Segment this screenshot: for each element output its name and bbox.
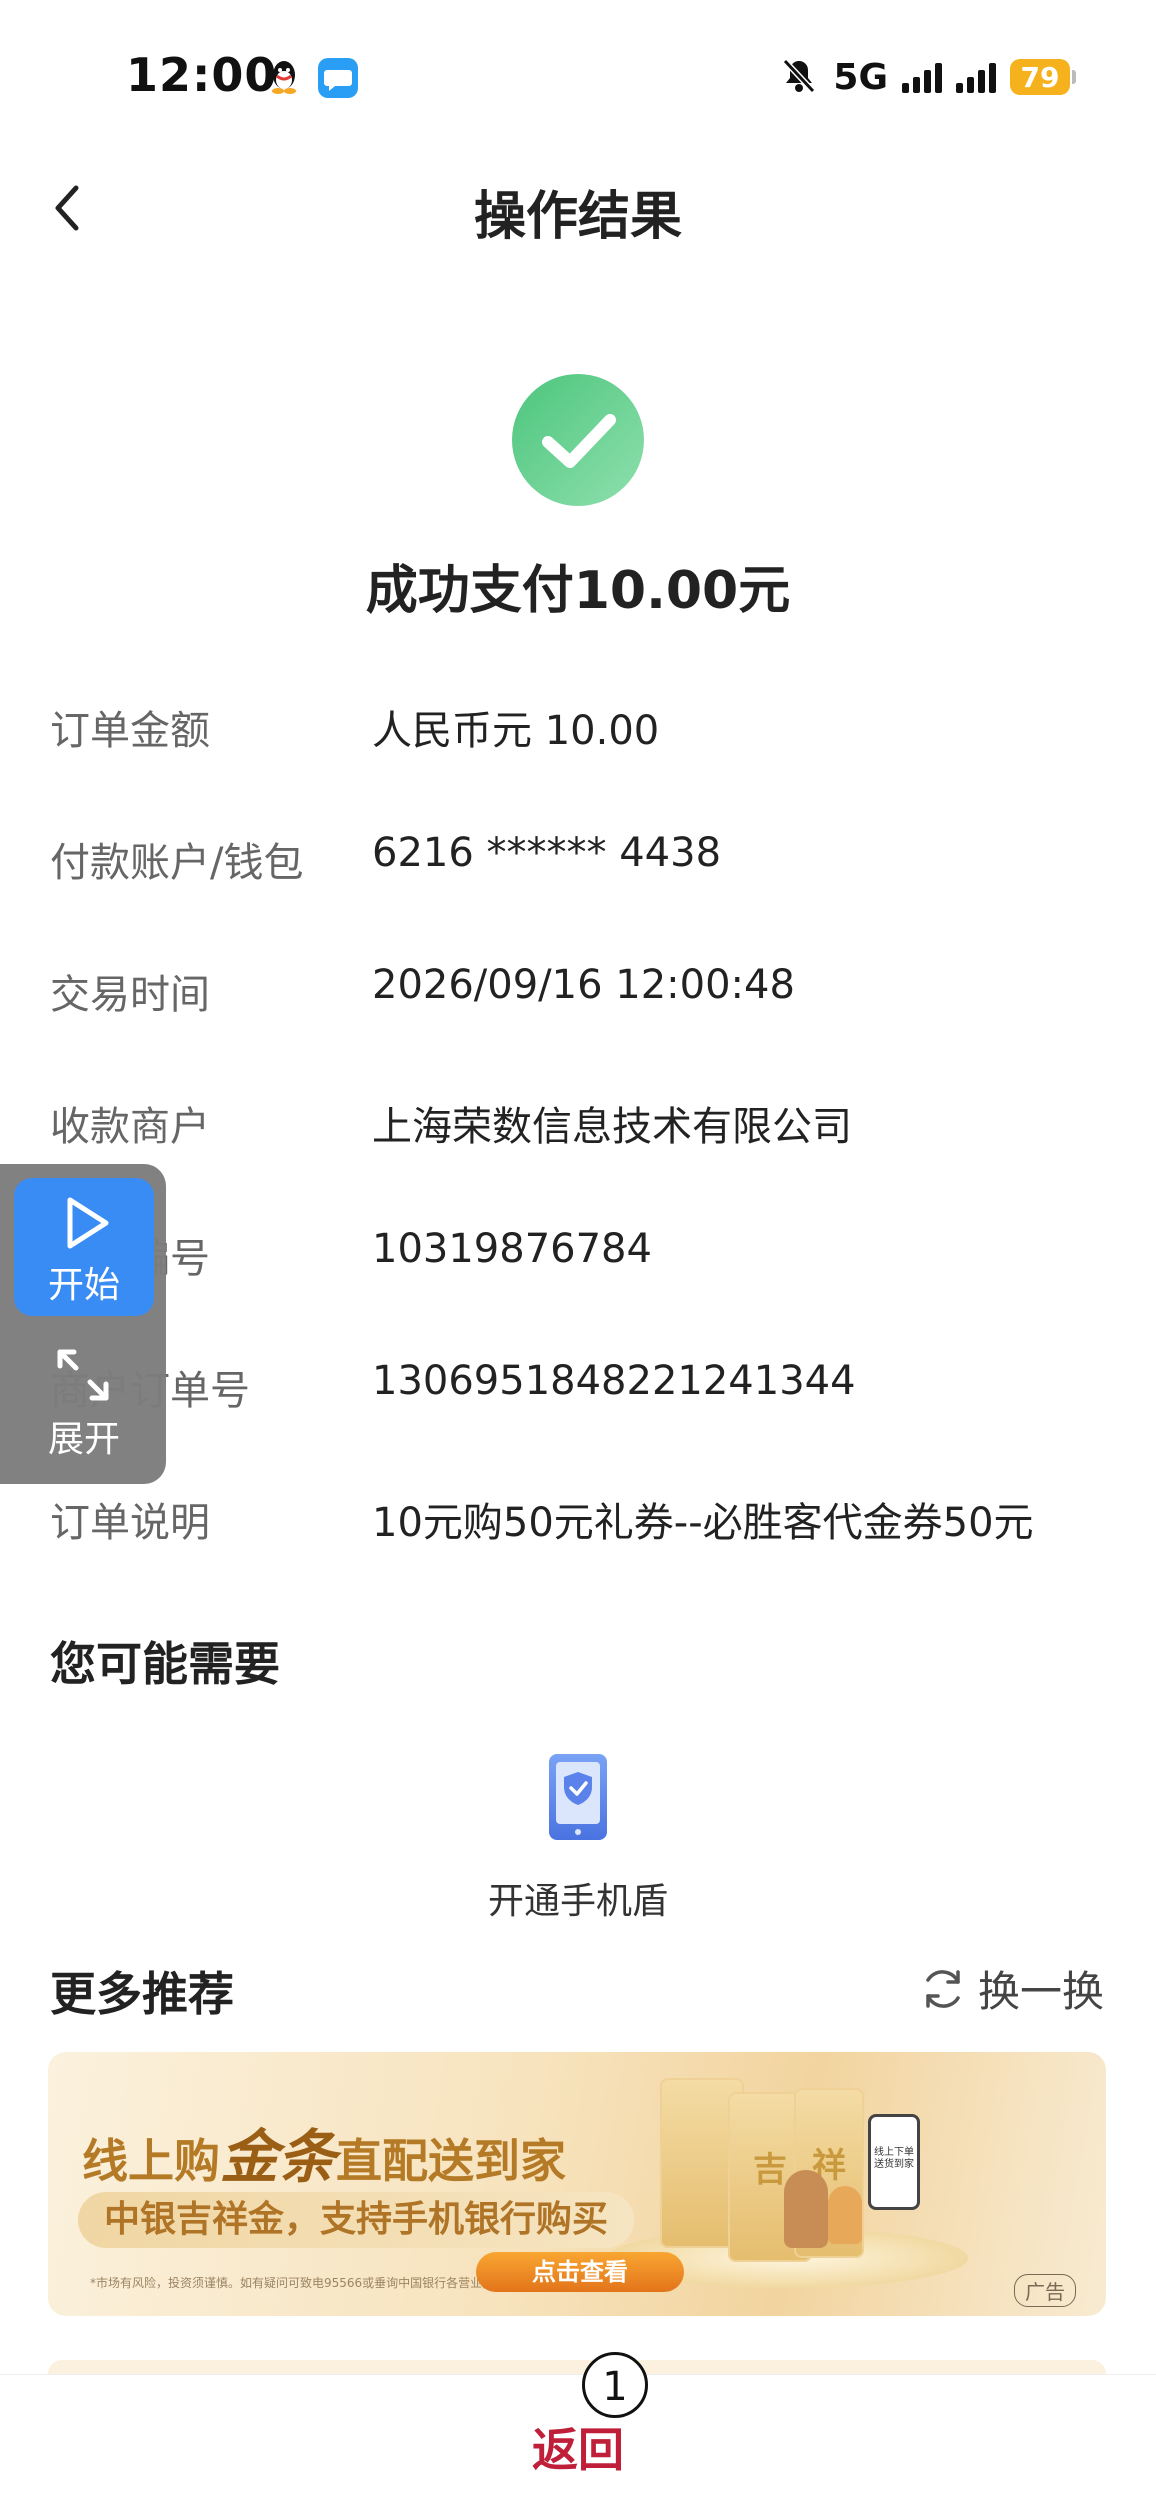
float-expand-label[interactable]: 展开	[14, 1410, 154, 1462]
expand-icon[interactable]	[54, 1346, 112, 1404]
status-time: 12:00	[126, 48, 278, 102]
promo-banner[interactable]: 线上购金条直配送到家 中银吉祥金，支持手机银行购买 *市场有风险，投资须谨慎。如…	[48, 2052, 1106, 2316]
page-title: 操作结果	[473, 187, 682, 247]
phone-shield-icon	[549, 1754, 607, 1840]
detail-label-merchant: 收款商户	[50, 1104, 210, 1150]
mute-icon	[779, 55, 819, 99]
play-icon[interactable]	[62, 1194, 112, 1252]
refresh-icon	[926, 1969, 960, 2008]
detail-value-merchant: 上海荣数信息技术有限公司	[372, 1104, 852, 1150]
detail-label-description: 订单说明	[50, 1500, 210, 1546]
success-message: 成功支付10.00元	[365, 561, 791, 621]
detail-value-order-no: 1306951848221241344	[372, 1358, 856, 1404]
battery-icon: 79	[1010, 59, 1076, 95]
phone-shield-button[interactable]	[520, 1746, 636, 1850]
success-check-icon	[512, 374, 644, 506]
detail-value-amount: 人民币元 10.00	[372, 708, 660, 754]
banner-disclaimer: *市场有风险，投资须谨慎。如有疑问可致电95566或垂询中国银行各营业网点。	[90, 2276, 519, 2290]
detail-value-merchant-id: 10319876784	[372, 1226, 652, 1272]
ad-tag: 广告	[1014, 2274, 1076, 2307]
banner-subtitle: 中银吉祥金，支持手机银行购买	[78, 2192, 635, 2248]
courier-figure	[784, 2170, 828, 2248]
network-label: 5G	[833, 56, 888, 98]
detail-value-description: 10元购50元礼券--必胜客代金券50元	[372, 1500, 1034, 1546]
signal-icon-2	[956, 61, 996, 93]
refresh-button[interactable]: 换一换	[920, 1958, 1104, 2019]
banner-headline: 线上购金条直配送到家	[82, 2123, 567, 2191]
phone-illustration: 线上下单 送货到家	[868, 2114, 920, 2210]
touch-indicator-badge: 1	[582, 2352, 648, 2418]
detail-value-time: 2026/09/16 12:00:48	[372, 962, 795, 1008]
refresh-label: 换一换	[977, 1967, 1104, 2016]
return-button[interactable]: 返回	[0, 2414, 1156, 2480]
detail-label-amount: 订单金额	[50, 708, 210, 754]
banner-cta-button[interactable]: 点击查看	[476, 2252, 684, 2292]
section-title-recommend: 更多推荐	[50, 1967, 234, 2021]
qq-icon	[268, 58, 300, 96]
message-icon	[318, 58, 358, 98]
phone-shield-label[interactable]: 开通手机盾	[0, 1872, 1156, 1924]
detail-label-time: 交易时间	[50, 972, 210, 1018]
battery-level: 79	[1010, 59, 1070, 95]
signal-icon	[902, 61, 942, 93]
detail-value-account: 6216 ****** 4438	[372, 830, 722, 876]
customer-figure	[828, 2186, 862, 2244]
status-right-group: 5G 79	[779, 48, 1076, 106]
float-start-label[interactable]: 开始	[14, 1256, 154, 1308]
detail-label-account: 付款账户/钱包	[50, 840, 304, 886]
section-title-needs: 您可能需要	[50, 1637, 280, 1691]
